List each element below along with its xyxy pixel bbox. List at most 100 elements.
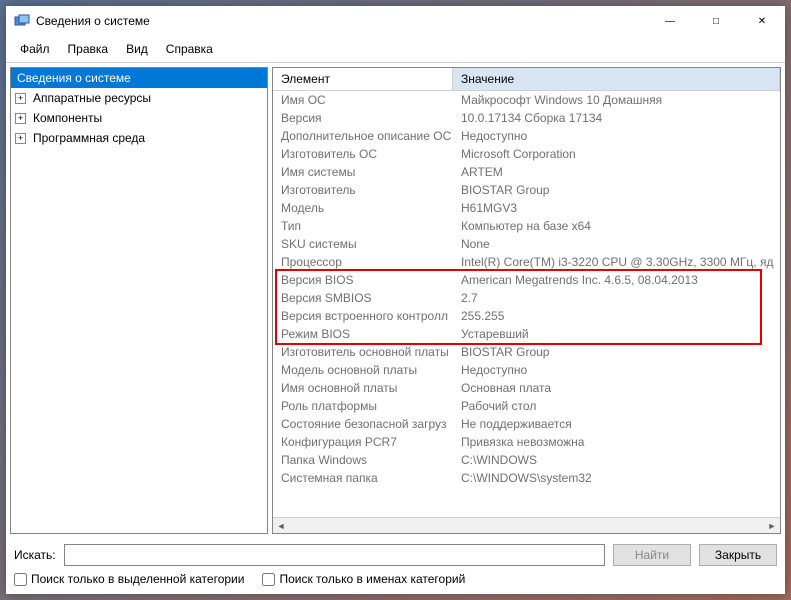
table-row[interactable]: Состояние безопасной загрузНе поддержива… [273, 415, 780, 433]
window-controls: — □ ✕ [647, 6, 785, 36]
table-row[interactable]: Имя системыARTEM [273, 163, 780, 181]
cell-value: 10.0.17134 Сборка 17134 [453, 109, 780, 127]
table-row[interactable]: Версия10.0.17134 Сборка 17134 [273, 109, 780, 127]
cell-name: Состояние безопасной загруз [273, 415, 453, 433]
cell-value: 255.255 [453, 307, 780, 325]
cell-value: Intel(R) Core(TM) i3-3220 CPU @ 3.30GHz,… [453, 253, 780, 271]
tree-root-system-summary[interactable]: Сведения о системе [11, 68, 267, 88]
table-row[interactable]: Папка WindowsC:\WINDOWS [273, 451, 780, 469]
cell-name: Системная папка [273, 469, 453, 487]
table-row[interactable]: Режим BIOSУстаревший [273, 325, 780, 343]
window-title: Сведения о системе [36, 14, 647, 28]
cell-name: Модель основной платы [273, 361, 453, 379]
plus-icon[interactable]: + [15, 113, 26, 124]
cell-value: BIOSTAR Group [453, 181, 780, 199]
cell-value: Майкрософт Windows 10 Домашняя [453, 91, 780, 109]
checkbox-selected-category-input[interactable] [14, 573, 27, 586]
menu-edit[interactable]: Правка [60, 38, 117, 60]
cell-name: Имя системы [273, 163, 453, 181]
table-row[interactable]: МодельH61MGV3 [273, 199, 780, 217]
scroll-left-icon[interactable]: ◄ [273, 518, 289, 534]
cell-value: None [453, 235, 780, 253]
table-row[interactable]: ИзготовительBIOSTAR Group [273, 181, 780, 199]
cell-name: Модель [273, 199, 453, 217]
tree-item-hardware[interactable]: + Аппаратные ресурсы [11, 88, 267, 108]
menu-view[interactable]: Вид [118, 38, 156, 60]
checkbox-category-names[interactable]: Поиск только в именах категорий [262, 572, 465, 586]
close-button[interactable]: ✕ [739, 6, 785, 36]
cell-value: Не поддерживается [453, 415, 780, 433]
cell-name: Имя основной платы [273, 379, 453, 397]
tree-item-components[interactable]: + Компоненты [11, 108, 267, 128]
table-row[interactable]: SKU системыNone [273, 235, 780, 253]
cell-name: Версия встроенного контролл [273, 307, 453, 325]
cell-name: Версия [273, 109, 453, 127]
cell-value: C:\WINDOWS [453, 451, 780, 469]
table-row[interactable]: Изготовитель ОСMicrosoft Corporation [273, 145, 780, 163]
cell-value: H61MGV3 [453, 199, 780, 217]
cell-value: Microsoft Corporation [453, 145, 780, 163]
table-row[interactable]: Дополнительное описание ОСНедоступно [273, 127, 780, 145]
search-input[interactable] [64, 544, 605, 566]
plus-icon[interactable]: + [15, 93, 26, 104]
maximize-button[interactable]: □ [693, 6, 739, 36]
horizontal-scrollbar[interactable]: ◄ ► [273, 517, 780, 533]
checkbox-selected-category[interactable]: Поиск только в выделенной категории [14, 572, 244, 586]
cell-name: Папка Windows [273, 451, 453, 469]
cell-name: Изготовитель [273, 181, 453, 199]
scroll-right-icon[interactable]: ► [764, 518, 780, 534]
cell-name: Тип [273, 217, 453, 235]
table-row[interactable]: Роль платформыРабочий стол [273, 397, 780, 415]
cell-name: Процессор [273, 253, 453, 271]
table-row[interactable]: Системная папкаC:\WINDOWS\system32 [273, 469, 780, 487]
close-search-button[interactable]: Закрыть [699, 544, 777, 566]
checkbox-category-names-input[interactable] [262, 573, 275, 586]
table-row[interactable]: Версия встроенного контролл255.255 [273, 307, 780, 325]
menu-help[interactable]: Справка [158, 38, 221, 60]
table-row[interactable]: Версия SMBIOS2.7 [273, 289, 780, 307]
table-header: Элемент Значение [273, 68, 780, 91]
cell-value: Недоступно [453, 361, 780, 379]
table-row[interactable]: Модель основной платыНедоступно [273, 361, 780, 379]
cell-name: Версия SMBIOS [273, 289, 453, 307]
cell-value: C:\WINDOWS\system32 [453, 469, 780, 487]
column-header-value[interactable]: Значение [453, 68, 780, 90]
cell-name: Режим BIOS [273, 325, 453, 343]
minimize-button[interactable]: — [647, 6, 693, 36]
cell-name: Роль платформы [273, 397, 453, 415]
cell-name: Конфигурация PCR7 [273, 433, 453, 451]
cell-name: Дополнительное описание ОС [273, 127, 453, 145]
titlebar[interactable]: Сведения о системе — □ ✕ [6, 6, 785, 36]
plus-icon[interactable]: + [15, 133, 26, 144]
cell-name: Изготовитель ОС [273, 145, 453, 163]
content-area: Сведения о системе + Аппаратные ресурсы … [6, 62, 785, 538]
cell-value: Устаревший [453, 325, 780, 343]
cell-value: Рабочий стол [453, 397, 780, 415]
system-info-window: Сведения о системе — □ ✕ Файл Правка Вид… [6, 6, 785, 594]
cell-value: ARTEM [453, 163, 780, 181]
table-row[interactable]: Изготовитель основной платыBIOSTAR Group [273, 343, 780, 361]
search-row: Искать: Найти Закрыть [6, 538, 785, 572]
table-row[interactable]: ПроцессорIntel(R) Core(TM) i3-3220 CPU @… [273, 253, 780, 271]
cell-name: Изготовитель основной платы [273, 343, 453, 361]
menu-file[interactable]: Файл [12, 38, 58, 60]
cell-value: Привязка невозможна [453, 433, 780, 451]
cell-name: Версия BIOS [273, 271, 453, 289]
cell-value: Основная плата [453, 379, 780, 397]
search-options-row: Поиск только в выделенной категории Поис… [6, 572, 785, 594]
table-row[interactable]: Имя основной платыОсновная плата [273, 379, 780, 397]
table-row[interactable]: Имя ОСМайкрософт Windows 10 Домашняя [273, 91, 780, 109]
cell-name: SKU системы [273, 235, 453, 253]
table-row[interactable]: Конфигурация PCR7Привязка невозможна [273, 433, 780, 451]
cell-value: Компьютер на базе x64 [453, 217, 780, 235]
column-header-name[interactable]: Элемент [273, 68, 453, 90]
tree-item-software-env[interactable]: + Программная среда [11, 128, 267, 148]
app-icon [14, 13, 30, 29]
table-row[interactable]: ТипКомпьютер на базе x64 [273, 217, 780, 235]
details-table: Элемент Значение Имя ОСМайкрософт Window… [272, 67, 781, 534]
find-button[interactable]: Найти [613, 544, 691, 566]
table-body[interactable]: Имя ОСМайкрософт Windows 10 ДомашняяВерс… [273, 91, 780, 533]
tree-panel[interactable]: Сведения о системе + Аппаратные ресурсы … [10, 67, 268, 534]
cell-name: Имя ОС [273, 91, 453, 109]
table-row[interactable]: Версия BIOSAmerican Megatrends Inc. 4.6.… [273, 271, 780, 289]
